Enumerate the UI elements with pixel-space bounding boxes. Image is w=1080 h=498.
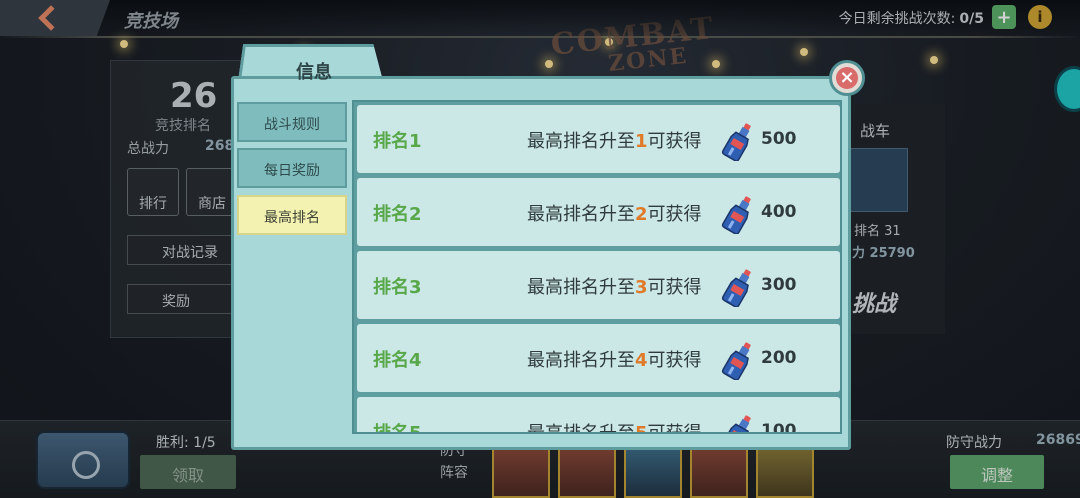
reward-condition: 最高排名升至5可获得 [527, 423, 702, 434]
bottle-icon [721, 267, 757, 311]
rank-label: 排名1 [373, 131, 422, 152]
bottle-icon [721, 413, 757, 432]
tab-highest-rank[interactable]: 最高排名 [237, 195, 347, 235]
reward-condition: 最高排名升至2可获得 [527, 204, 702, 225]
list-item: 排名4 最高排名升至4可获得 200 [357, 324, 840, 392]
reward-list[interactable]: 排名1 最高排名升至1可获得 500 排名2 最高排名升至2可获得 400 排名3 最高排名升… [352, 100, 842, 434]
bottle-icon [721, 340, 757, 384]
tab-battle-rules[interactable]: 战斗规则 [237, 102, 347, 142]
list-item: 排名3 最高排名升至3可获得 300 [357, 251, 840, 319]
rank-label: 排名5 [373, 423, 422, 434]
list-item: 排名2 最高排名升至2可获得 400 [357, 178, 840, 246]
bottle-icon [721, 194, 757, 238]
close-button[interactable]: × [829, 60, 865, 96]
reward-condition: 最高排名升至4可获得 [527, 350, 702, 371]
list-item: 排名1 最高排名升至1可获得 500 [357, 105, 840, 173]
reward-condition: 最高排名升至1可获得 [527, 131, 702, 152]
modal-title: 信息 [296, 62, 332, 83]
list-item: 排名5 最高排名升至5可获得 100 [357, 397, 840, 434]
tab-daily-rewards[interactable]: 每日奖励 [237, 148, 347, 188]
reward-quantity: 400 [761, 202, 797, 222]
reward-quantity: 500 [761, 129, 797, 149]
reward-quantity: 300 [761, 275, 797, 295]
close-icon: × [836, 67, 858, 89]
rank-label: 排名2 [373, 204, 422, 225]
rank-label: 排名4 [373, 350, 422, 371]
reward-quantity: 100 [761, 421, 797, 434]
bottle-icon [721, 121, 757, 165]
reward-quantity: 200 [761, 348, 797, 368]
rank-label: 排名3 [373, 277, 422, 298]
reward-condition: 最高排名升至3可获得 [527, 277, 702, 298]
